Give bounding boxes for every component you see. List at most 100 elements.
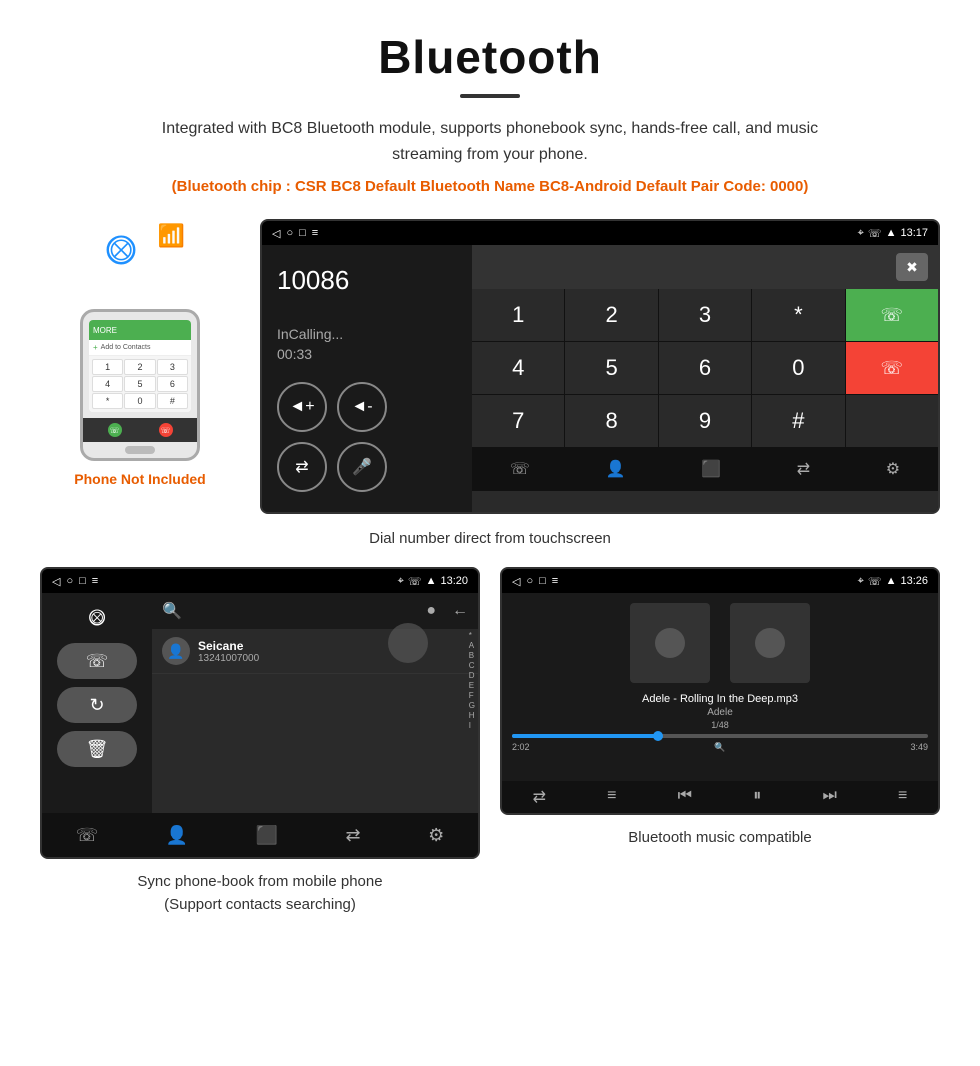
keypad-7[interactable]: 7 (472, 395, 564, 447)
backspace-button[interactable]: ✖ (896, 253, 928, 281)
music-playlist-icon[interactable]: ≡ (607, 787, 616, 807)
music-back-icon[interactable]: ◁ (512, 575, 520, 588)
contacts-back-icon[interactable]: ◁ (52, 575, 60, 588)
nav-calls-icon[interactable]: ☏ (510, 459, 530, 479)
contacts-nav-keypad[interactable]: ⬛ (256, 825, 278, 846)
music-home-icon[interactable]: ○ (526, 575, 533, 587)
contacts-notif-icon: ≡ (92, 575, 98, 587)
contacts-nav-calls[interactable]: ☏ (76, 825, 99, 846)
phone-key-0[interactable]: 0 (124, 393, 155, 409)
dial-btn-row-2: ⇄ 🎤 (277, 442, 457, 492)
end-call-button[interactable]: ☏ (846, 342, 938, 394)
phone-key-hash[interactable]: # (157, 393, 188, 409)
notification-icon: ≡ (312, 227, 318, 239)
phone-add-contact-row: + Add to Contacts (89, 340, 191, 356)
microphone-button[interactable]: 🎤 (337, 442, 387, 492)
contacts-status-left: ◁ ○ □ ≡ (52, 575, 98, 588)
keypad-1[interactable]: 1 (472, 289, 564, 341)
album-art-area: ♫ ♫ (630, 603, 810, 683)
keypad-9[interactable]: 9 (659, 395, 751, 447)
music-progress-bar[interactable] (512, 734, 928, 738)
delete-sidebar-pill[interactable]: 🗑 (57, 731, 137, 767)
phone-end-button[interactable]: ☏ (159, 423, 173, 437)
keypad-4[interactable]: 4 (472, 342, 564, 394)
header-specs: (Bluetooth chip : CSR BC8 Default Blueto… (40, 175, 940, 199)
contacts-nav-settings[interactable]: ⚙ (428, 825, 444, 846)
contacts-nav-contacts[interactable]: 👤 (166, 825, 188, 846)
back-nav-icon[interactable]: ◁ (272, 227, 280, 240)
music-artist: Adele (707, 707, 733, 718)
search-icon: 🔍 (162, 601, 182, 621)
music-eq-icon[interactable]: ≡ (898, 787, 907, 807)
dial-content-area: 10086 InCalling... 00:33 ◄+ ◄- (262, 245, 938, 512)
keypad-5[interactable]: 5 (565, 342, 657, 394)
home-nav-icon[interactable]: ○ (286, 227, 293, 239)
phone-key-star[interactable]: * (92, 393, 123, 409)
transfer-icon: ⇄ (295, 457, 308, 477)
contacts-nav-bar: ☏ 👤 ⬛ ⇄ ⚙ (42, 813, 478, 857)
phone-key-2[interactable]: 2 (124, 359, 155, 375)
contact-row[interactable]: 👤 Seicane 13241007000 (152, 629, 478, 674)
volume-up-button[interactable]: ◄+ (277, 382, 327, 432)
wifi-icon: ▲ (886, 227, 897, 239)
contacts-wifi-icon: ▲ (426, 575, 437, 587)
phone-key-4[interactable]: 4 (92, 376, 123, 392)
dial-left-panel: 10086 InCalling... 00:33 ◄+ ◄- (262, 245, 472, 512)
phone-key-1[interactable]: 1 (92, 359, 123, 375)
add-contact-label: Add to Contacts (101, 344, 151, 351)
keypad-6[interactable]: 6 (659, 342, 751, 394)
music-prev-icon[interactable]: ⏮ (678, 787, 692, 807)
alphabet-index: * A B C D E F G H I (466, 629, 478, 732)
music-shuffle-icon[interactable]: ⇄ (533, 787, 546, 807)
phone-home-button[interactable] (125, 446, 155, 454)
volume-down-button[interactable]: ◄- (337, 382, 387, 432)
keypad-0[interactable]: 0 (752, 342, 844, 394)
sync-sidebar-pill[interactable]: ↻ (57, 687, 137, 723)
page-title: Bluetooth (40, 30, 940, 84)
bt-cursor (388, 623, 428, 663)
recents-nav-icon[interactable]: □ (299, 227, 306, 239)
phone-bottom-bar: ☏ ☏ (83, 418, 197, 442)
contacts-android-screen: ◁ ○ □ ≡ ⌖ ☏ ▲ 13:20 ⨷ (40, 567, 480, 859)
music-song-title: Adele - Rolling In the Deep.mp3 (642, 693, 798, 705)
nav-transfer-icon[interactable]: ⇄ (797, 459, 810, 479)
music-screenshot-block: ◁ ○ □ ≡ ⌖ ☏ ▲ 13:26 (500, 567, 940, 916)
nav-settings-icon[interactable]: ⚙ (886, 459, 900, 479)
keypad-3[interactable]: 3 (659, 289, 751, 341)
contacts-nav-transfer[interactable]: ⇄ (346, 825, 361, 846)
phone-key-5[interactable]: 5 (124, 376, 155, 392)
music-controls: ⇄ ≡ ⏮ ⏸ ⏭ ≡ (502, 781, 938, 813)
answer-phone-icon: ☏ (109, 426, 119, 435)
answer-call-button[interactable]: ☏ (846, 289, 938, 341)
keypad-star[interactable]: * (752, 289, 844, 341)
contacts-recents-icon[interactable]: □ (79, 575, 86, 587)
bluetooth-symbol-icon: ⨷ (105, 229, 137, 274)
phone-key-3[interactable]: 3 (157, 359, 188, 375)
phone-screen: MORE + Add to Contacts 1 2 3 4 5 6 * (89, 320, 191, 412)
music-recents-icon[interactable]: □ (539, 575, 546, 587)
phone-key-6[interactable]: 6 (157, 376, 188, 392)
nav-contacts-icon[interactable]: 👤 (606, 459, 626, 479)
status-bar-right: ⌖ ☏ ▲ 13:17 (858, 227, 928, 240)
contacts-home-icon[interactable]: ○ (66, 575, 73, 587)
keypad-8[interactable]: 8 (565, 395, 657, 447)
phone-sidebar-pill[interactable]: ☏ (57, 643, 137, 679)
keypad-hash[interactable]: # (752, 395, 844, 447)
keypad-2[interactable]: 2 (565, 289, 657, 341)
music-notif-icon: ≡ (552, 575, 558, 587)
phone-answer-button[interactable]: ☏ (108, 423, 122, 437)
nav-keypad-icon[interactable]: ⬛ (701, 459, 721, 479)
transfer-button[interactable]: ⇄ (277, 442, 327, 492)
music-next-icon[interactable]: ⏭ (822, 787, 836, 807)
contacts-search-bar: 🔍 ● ← (152, 593, 478, 629)
add-contact-icon: + (93, 343, 98, 352)
contacts-status-bar: ◁ ○ □ ≡ ⌖ ☏ ▲ 13:20 (42, 569, 478, 593)
contacts-location-icon: ⌖ (398, 575, 404, 588)
backspace-icon: ✖ (906, 259, 918, 276)
dial-nav-bar: ☏ 👤 ⬛ ⇄ ⚙ (472, 447, 938, 491)
music-play-pause-icon[interactable]: ⏸ (753, 787, 761, 807)
back-arrow-icon[interactable]: ← (452, 602, 468, 620)
volume-up-icon: ◄+ (289, 398, 314, 416)
contacts-caption-line1: Sync phone-book from mobile phone (137, 873, 382, 890)
music-search-icon[interactable]: 🔍 (714, 742, 725, 753)
